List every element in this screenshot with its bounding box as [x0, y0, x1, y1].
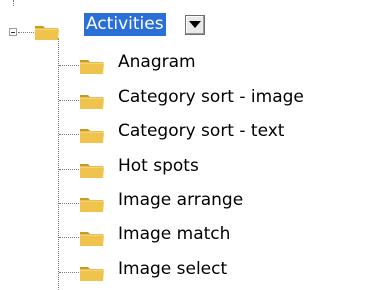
tree-item-label: Category sort - image: [118, 87, 304, 107]
folder-icon: [79, 195, 105, 213]
folder-icon: [79, 92, 105, 110]
tree-line-branch: [59, 169, 79, 170]
tree-line-branch: [59, 100, 79, 101]
tree-item-anagram[interactable]: Anagram: [0, 52, 260, 78]
tree-line-top: [13, 0, 14, 6]
triangle-down-icon: [189, 21, 201, 28]
root-label-activities[interactable]: Activities: [84, 13, 166, 36]
tree-item-label: Hot spots: [118, 156, 199, 176]
tree-item-image-select[interactable]: Image select: [0, 259, 300, 285]
tree-item-hot-spots[interactable]: Hot spots: [0, 156, 260, 182]
folder-icon: [79, 264, 105, 282]
tree-item-category-sort-text[interactable]: Category sort - text: [0, 121, 375, 147]
tree-item-label: Anagram: [118, 52, 196, 72]
folder-icon: [34, 23, 60, 41]
dropdown-button[interactable]: [185, 15, 205, 35]
folder-icon: [79, 229, 105, 247]
tree-item-label: Image match: [118, 224, 231, 244]
folder-icon: [79, 57, 105, 75]
tree-line-branch: [59, 65, 79, 66]
tree-item-label: Image arrange: [118, 190, 244, 210]
tree-root-row[interactable]: Activities: [0, 10, 220, 40]
tree-item-category-sort-image[interactable]: Category sort - image: [0, 87, 375, 113]
tree-item-label: Image select: [118, 259, 228, 279]
tree-line-branch: [59, 203, 79, 204]
activities-tree: Activities Anagram Category sort - image…: [0, 0, 375, 290]
tree-line-branch: [59, 237, 79, 238]
tree-line-branch: [59, 134, 79, 135]
folder-icon: [79, 126, 105, 144]
tree-line-branch: [59, 272, 79, 273]
tree-item-image-match[interactable]: Image match: [0, 224, 300, 250]
folder-icon: [79, 161, 105, 179]
tree-item-image-arrange[interactable]: Image arrange: [0, 190, 300, 216]
tree-item-label: Category sort - text: [118, 121, 285, 141]
